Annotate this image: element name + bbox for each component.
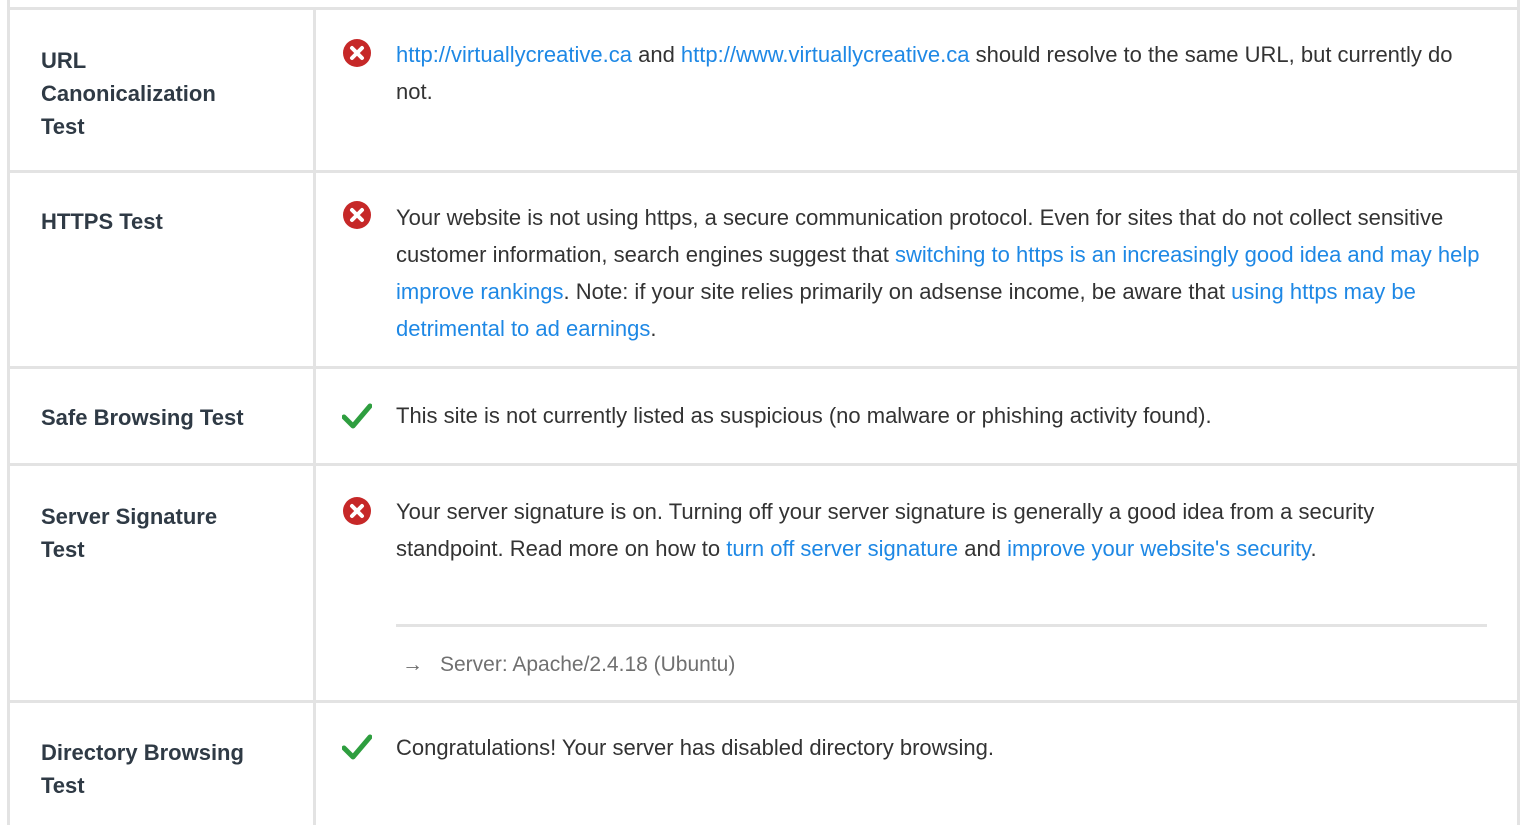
test-name: URL Canonicalization Test [41,48,216,139]
link-turn-off-server-signature[interactable]: turn off server signature [726,536,958,561]
arrow-right-icon: → [402,653,423,676]
test-result-cell: This site is not currently listed as sus… [316,369,1517,463]
test-result-text: http://virtuallycreative.ca and http://w… [396,42,1453,104]
test-name: Directory Browsing Test [41,740,244,798]
link-improve-website-security[interactable]: improve your website's security [1007,536,1310,561]
test-result-cell: Congratulations! Your server has disable… [316,703,1517,825]
test-label-cell: URL Canonicalization Test [10,10,316,170]
test-label-cell: Safe Browsing Test [10,369,316,463]
test-result-text: Congratulations! Your server has disable… [396,735,994,760]
server-detail: → Server: Apache/2.4.18 (Ubuntu) [402,650,735,680]
test-name: Server Signature Test [41,504,218,562]
test-row-https: HTTPS Test Your website is not using htt… [10,173,1517,369]
seo-security-report-table: URL Canonicalization Test http://virtual… [7,0,1520,825]
test-result-cell: Your server signature is on. Turning off… [316,466,1517,700]
test-label-cell: Directory Browsing Test [10,703,316,825]
server-detail-text: Server: Apache/2.4.18 (Ubuntu) [440,653,736,676]
pass-checkmark-icon [342,734,372,760]
test-result-text: This site is not currently listed as sus… [396,403,1212,428]
pass-checkmark-icon [342,403,372,429]
test-label-cell: Server Signature Test [10,466,316,700]
test-row-safe-browsing: Safe Browsing Test This site is not curr… [10,369,1517,466]
test-name: Safe Browsing Test [41,405,244,430]
test-row-url-canonicalization: URL Canonicalization Test http://virtual… [10,10,1517,173]
test-result-cell: http://virtuallycreative.ca and http://w… [316,10,1517,170]
test-result-cell: Your website is not using https, a secur… [316,173,1517,366]
link-http-virtuallycreative[interactable]: http://virtuallycreative.ca [396,42,632,67]
test-name: HTTPS Test [41,209,163,234]
test-row-server-signature: Server Signature Test Your server signat… [10,466,1517,703]
test-row-directory-browsing: Directory Browsing Test Congratulations!… [10,703,1517,825]
test-result-text: Your website is not using https, a secur… [396,205,1480,341]
fail-x-circle-icon [343,497,371,525]
fail-x-circle-icon [343,201,371,229]
detail-divider [396,624,1487,627]
fail-x-circle-icon [343,39,371,67]
test-result-text: Your server signature is on. Turning off… [396,499,1375,561]
test-label-cell: HTTPS Test [10,173,316,366]
link-http-www-virtuallycreative[interactable]: http://www.virtuallycreative.ca [681,42,970,67]
